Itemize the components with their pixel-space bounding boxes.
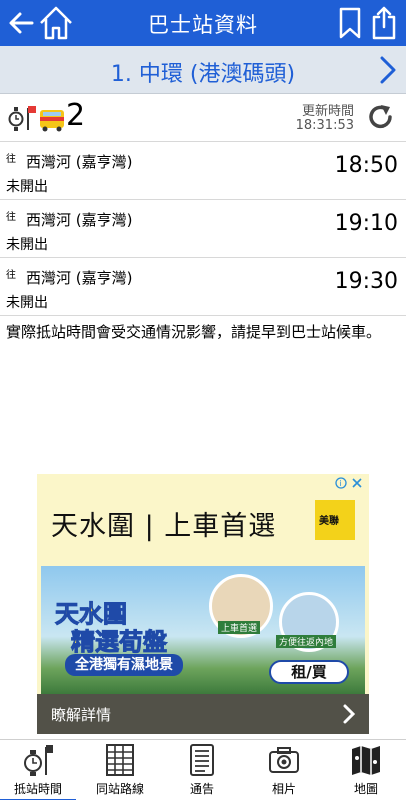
direction-prefix: 往	[6, 154, 16, 165]
ad-banner-image: 上車首選 方便往返內地 天水圍 精選荀盤 全港獨有濕地景 租/買	[41, 566, 365, 694]
ad-photo-couple: 上車首選	[209, 574, 273, 638]
tab-label: 通告	[189, 782, 214, 796]
ad-learn-more[interactable]: 瞭解詳情	[51, 704, 111, 725]
eta-time: 19:30	[334, 269, 398, 294]
share-icon[interactable]	[370, 5, 398, 41]
eta-time: 18:50	[334, 153, 398, 178]
ad-logo-text: 美聯	[319, 516, 339, 527]
tab-photos[interactable]: 相片	[246, 740, 322, 800]
ad-banner-title: 精選荀盤	[71, 628, 168, 657]
eta-destination: 西灣河 (嘉亨灣)	[26, 153, 133, 171]
ad-banner-subtitle: 全港獨有濕地景	[65, 654, 183, 676]
svg-text:i: i	[339, 479, 341, 488]
ad-photo-skyline: 方便往返內地	[276, 592, 339, 652]
tab-label: 相片	[271, 782, 296, 796]
tab-label: 地圖	[353, 782, 378, 796]
traffic-notice: 實際抵站時間會受交通情況影響，請提早到巴士站候車。	[6, 323, 382, 341]
direction-prefix: 往	[6, 212, 16, 223]
refresh-icon[interactable]	[366, 102, 396, 132]
tab-map[interactable]: 地圖	[328, 740, 404, 800]
ad-brand-logo: 美聯	[315, 500, 355, 540]
stop-name: 1. 中環 (港澳碼頭)	[110, 62, 296, 87]
updated-time-label: 更新時間	[301, 104, 354, 119]
camera-icon	[269, 747, 299, 773]
chevron-right-icon[interactable]	[341, 702, 357, 726]
stop-name-bar: 1. 中環 (港澳碼頭)	[0, 46, 406, 94]
bottom-tab-bar: 抵站時間 同站路線 通告 相片 地圖	[0, 739, 406, 800]
advertisement-banner[interactable]: i 天水圍 | 上車首選 美聯 上車首選 方便往返內地 天水圍 精選荀盤 全港獨…	[37, 474, 369, 734]
ad-circle-tag: 上車首選	[218, 621, 261, 634]
tab-arrival-time[interactable]: 抵站時間	[0, 740, 76, 800]
eta-status: 未開出	[6, 237, 48, 253]
eta-status: 未開出	[6, 179, 48, 195]
chevron-right-icon[interactable]	[376, 54, 400, 86]
tab-notices[interactable]: 通告	[164, 740, 240, 800]
tab-label: 抵站時間	[13, 782, 62, 796]
bookmark-icon[interactable]	[338, 7, 362, 39]
eta-destination: 西灣河 (嘉亨灣)	[26, 269, 133, 287]
eta-status: 未開出	[6, 295, 48, 311]
map-icon	[352, 746, 380, 775]
tab-label: 同站路線	[95, 782, 144, 796]
updated-time-value: 18:31:53	[295, 118, 354, 133]
eta-time: 19:10	[334, 211, 398, 236]
route-header-row: 2 更新時間 18:31:53	[0, 94, 406, 142]
top-header: 巴士站資料	[0, 0, 406, 46]
ad-rent-buy-label: 租/買	[269, 660, 349, 684]
direction-prefix: 往	[6, 270, 16, 281]
eta-row[interactable]: 往 西灣河 (嘉亨灣) 未開出 19:30	[0, 258, 406, 316]
ad-headline: 天水圍 | 上車首選	[51, 511, 277, 542]
bus-stop-clock-icon	[8, 106, 64, 132]
ad-choices-icon[interactable]: i	[335, 476, 365, 490]
ad-circle-tag: 方便往返內地	[276, 635, 337, 648]
notice-document-icon	[190, 744, 214, 776]
route-list-icon	[106, 744, 134, 776]
eta-row[interactable]: 往 西灣河 (嘉亨灣) 未開出 18:50	[0, 142, 406, 200]
ad-footer[interactable]: 瞭解詳情	[37, 694, 369, 734]
eta-destination: 西灣河 (嘉亨灣)	[26, 211, 133, 229]
tab-same-stop-routes[interactable]: 同站路線	[82, 740, 158, 800]
route-number: 2	[66, 98, 86, 133]
clock-bus-stop-icon	[24, 745, 53, 776]
eta-row[interactable]: 往 西灣河 (嘉亨灣) 未開出 19:10	[0, 200, 406, 258]
app-root: 巴士站資料 1. 中環 (港澳碼頭) 2 更新時間 18:31:53 往 西灣河…	[0, 0, 406, 800]
